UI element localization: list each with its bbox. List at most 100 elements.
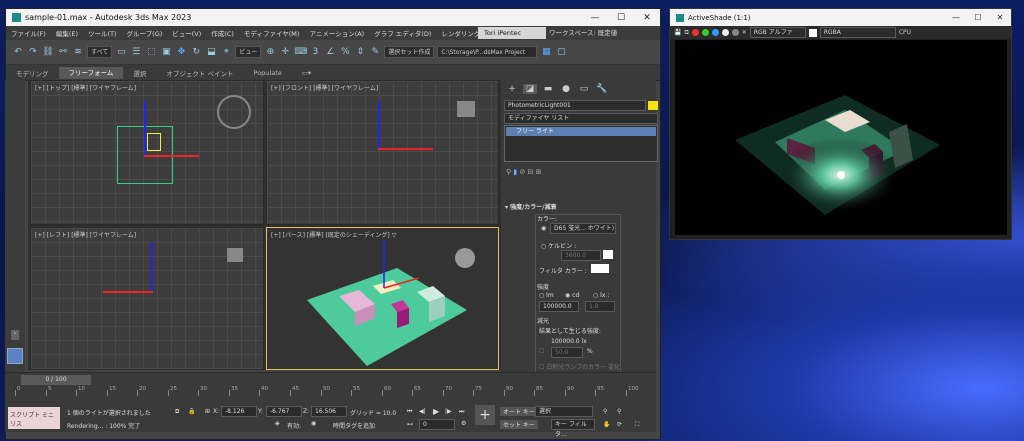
- kelvin-swatch[interactable]: [603, 250, 613, 259]
- undo-icon[interactable]: ↶: [12, 46, 24, 58]
- clear-icon[interactable]: ✕: [742, 29, 747, 36]
- ribbon-tab-populate[interactable]: Populate: [244, 69, 292, 77]
- copy-image-icon[interactable]: ⧉: [684, 29, 688, 37]
- auto-key-button[interactable]: オート キー: [500, 407, 538, 416]
- key-filters-button[interactable]: キー フィルタ...: [551, 419, 595, 438]
- activeshade-minimize-button[interactable]: —: [945, 13, 967, 22]
- menu-graph-editors[interactable]: グラフ エディタ(D): [369, 28, 436, 38]
- unlink-icon[interactable]: ⚯: [57, 46, 69, 58]
- units-cd-radio[interactable]: ◉ cd: [565, 292, 579, 299]
- selection-lock-icon[interactable]: 🔒: [188, 408, 195, 415]
- section-title[interactable]: ▾ 強度/カラー/減衰: [505, 202, 557, 211]
- utilities-tab-icon[interactable]: 🔧: [595, 84, 609, 94]
- named-selection-dropdown[interactable]: 選択セット作成: [384, 46, 435, 58]
- maximize-viewport-icon[interactable]: ⛶: [635, 421, 639, 429]
- viewport-top[interactable]: [+] [トップ] [標準] [ワイヤフレーム]: [30, 80, 264, 225]
- y-field[interactable]: -6.767: [266, 406, 302, 417]
- keyboard-shortcut-icon[interactable]: ⌨: [294, 46, 307, 58]
- window-crossing-icon[interactable]: ▣: [160, 46, 172, 58]
- scale-icon[interactable]: ⬓: [205, 46, 217, 58]
- key-mode-icon[interactable]: ⊷: [407, 421, 413, 428]
- enabled-toggle-icon[interactable]: ◉: [311, 420, 316, 427]
- object-name-field[interactable]: PhotometricLight001: [504, 100, 646, 111]
- render-setup-icon[interactable]: ▦: [540, 46, 552, 58]
- project-path-dropdown[interactable]: C:\Storage\P...dsMax Project: [437, 46, 538, 58]
- adaptive-degradation-icon[interactable]: ◈: [275, 420, 280, 427]
- channel-dropdown[interactable]: RGB アルファ: [749, 27, 806, 38]
- viewport-left-label[interactable]: [+] [レフト] [標準] [ワイヤフレーム]: [35, 230, 136, 239]
- save-image-icon[interactable]: 💾: [674, 29, 681, 36]
- bind-space-warp-icon[interactable]: ≋: [72, 46, 84, 58]
- select-by-name-icon[interactable]: ☰: [130, 46, 142, 58]
- time-slider[interactable]: 0 / 100: [21, 375, 91, 385]
- set-key-button[interactable]: セット キー: [500, 420, 538, 429]
- selection-set-dropdown[interactable]: 選択: [535, 406, 593, 417]
- menu-modifiers[interactable]: モディファイヤ(M): [239, 28, 305, 38]
- activeshade-maximize-button[interactable]: ☐: [967, 13, 989, 22]
- blue-channel-icon[interactable]: [711, 29, 719, 36]
- display-tab-icon[interactable]: ▭: [577, 84, 591, 94]
- rotate-icon[interactable]: ↻: [190, 46, 202, 58]
- percent-snap-icon[interactable]: %: [339, 46, 351, 58]
- viewport-perspective[interactable]: [+] [パース] [標準] [既定のシェーディング] ▽: [266, 227, 499, 370]
- monochrome-icon[interactable]: [731, 29, 739, 36]
- timeline-ruler[interactable]: 0 5 10 15 20 25 30 35 40 45 50 55 60 65 70 75 80 85 90 95 10…: [15, 386, 639, 402]
- create-tab-icon[interactable]: +: [505, 84, 519, 94]
- goto-start-icon[interactable]: ⏮: [407, 408, 412, 416]
- isolate-selection-icon[interactable]: ⧉: [175, 408, 179, 416]
- viewport-left[interactable]: [+] [レフト] [標準] [ワイヤフレーム]: [30, 227, 264, 370]
- spinner-snap-icon[interactable]: ⇕: [354, 46, 366, 58]
- x-field[interactable]: -8.126: [221, 406, 257, 417]
- viewcube-icon[interactable]: [217, 95, 251, 129]
- placement-icon[interactable]: ⌖: [220, 46, 232, 58]
- next-frame-icon[interactable]: |▶: [445, 408, 452, 415]
- menu-edit[interactable]: 編集(E): [51, 28, 83, 38]
- ribbon-tab-object-paint[interactable]: オブジェクト ペイント: [156, 68, 243, 78]
- viewport-top-label[interactable]: [+] [トップ] [標準] [ワイヤフレーム]: [35, 83, 136, 92]
- pin-stack-icon[interactable]: ⚲: [506, 168, 511, 176]
- zoom-icon[interactable]: ⚲: [603, 408, 607, 415]
- green-channel-icon[interactable]: [701, 29, 709, 36]
- viewcube-icon[interactable]: [227, 248, 243, 262]
- color-preset-radio[interactable]: ◉: [541, 225, 546, 232]
- motion-tab-icon[interactable]: ●: [559, 84, 573, 94]
- select-object-icon[interactable]: ▭: [115, 46, 127, 58]
- units-lx-radio[interactable]: ○ lx :: [593, 292, 609, 299]
- menu-animation[interactable]: アニメーション(A): [304, 28, 369, 38]
- rect-selection-icon[interactable]: ⬚: [145, 46, 157, 58]
- edit-named-selection-icon[interactable]: ✎: [369, 46, 381, 58]
- menu-view[interactable]: ビュー(V): [167, 28, 206, 38]
- modifier-stack-item[interactable]: フリー ライト: [506, 127, 656, 136]
- time-config-icon[interactable]: ⚙: [461, 420, 466, 427]
- menu-tools[interactable]: ツール(T): [83, 28, 122, 38]
- redo-icon[interactable]: ↷: [27, 46, 39, 58]
- configure-sets-icon[interactable]: ⊞: [536, 168, 542, 176]
- move-icon[interactable]: ✥: [175, 46, 187, 58]
- object-color-swatch[interactable]: [648, 101, 658, 110]
- minimize-button[interactable]: —: [582, 13, 608, 23]
- ribbon-tab-modeling[interactable]: モデリング: [6, 68, 59, 78]
- angle-snap-icon[interactable]: ∠: [324, 46, 336, 58]
- remove-modifier-icon[interactable]: ⊟: [528, 168, 534, 176]
- snap-3d-icon[interactable]: 3: [309, 46, 321, 58]
- ribbon-tab-freeform[interactable]: フリーフォーム: [58, 66, 124, 79]
- maxscript-listener[interactable]: スクリプト ミニ リス: [8, 407, 60, 429]
- coordinate-mode-icon[interactable]: ⊞: [205, 408, 210, 415]
- reference-coordinate-dropdown[interactable]: ビュー: [235, 46, 262, 58]
- expand-arrow-icon[interactable]: ›: [11, 330, 19, 340]
- make-unique-icon[interactable]: ⊘: [519, 168, 525, 176]
- set-key-big-icon[interactable]: +: [475, 405, 495, 425]
- select-manipulate-icon[interactable]: ✛: [279, 46, 291, 58]
- zoom-all-icon[interactable]: ⚲: [617, 408, 621, 415]
- viewport-layout-icon[interactable]: [7, 348, 23, 364]
- red-channel-icon[interactable]: [691, 29, 699, 36]
- goto-end-icon[interactable]: ⏭: [459, 408, 464, 416]
- modify-tab-icon[interactable]: ◪: [523, 83, 537, 94]
- incandescent-checkbox[interactable]: ☐ 白熱光ランプのカラー 変化: [539, 362, 620, 371]
- add-time-tag[interactable]: 時間タグを追加: [333, 421, 375, 430]
- alpha-channel-icon[interactable]: [721, 29, 729, 36]
- render-frame-icon[interactable]: ▢: [555, 46, 567, 58]
- selection-filter-dropdown[interactable]: すべて: [87, 46, 113, 58]
- modifier-list-dropdown[interactable]: モディファイヤ リスト: [504, 113, 658, 124]
- maximize-button[interactable]: ☐: [608, 13, 634, 23]
